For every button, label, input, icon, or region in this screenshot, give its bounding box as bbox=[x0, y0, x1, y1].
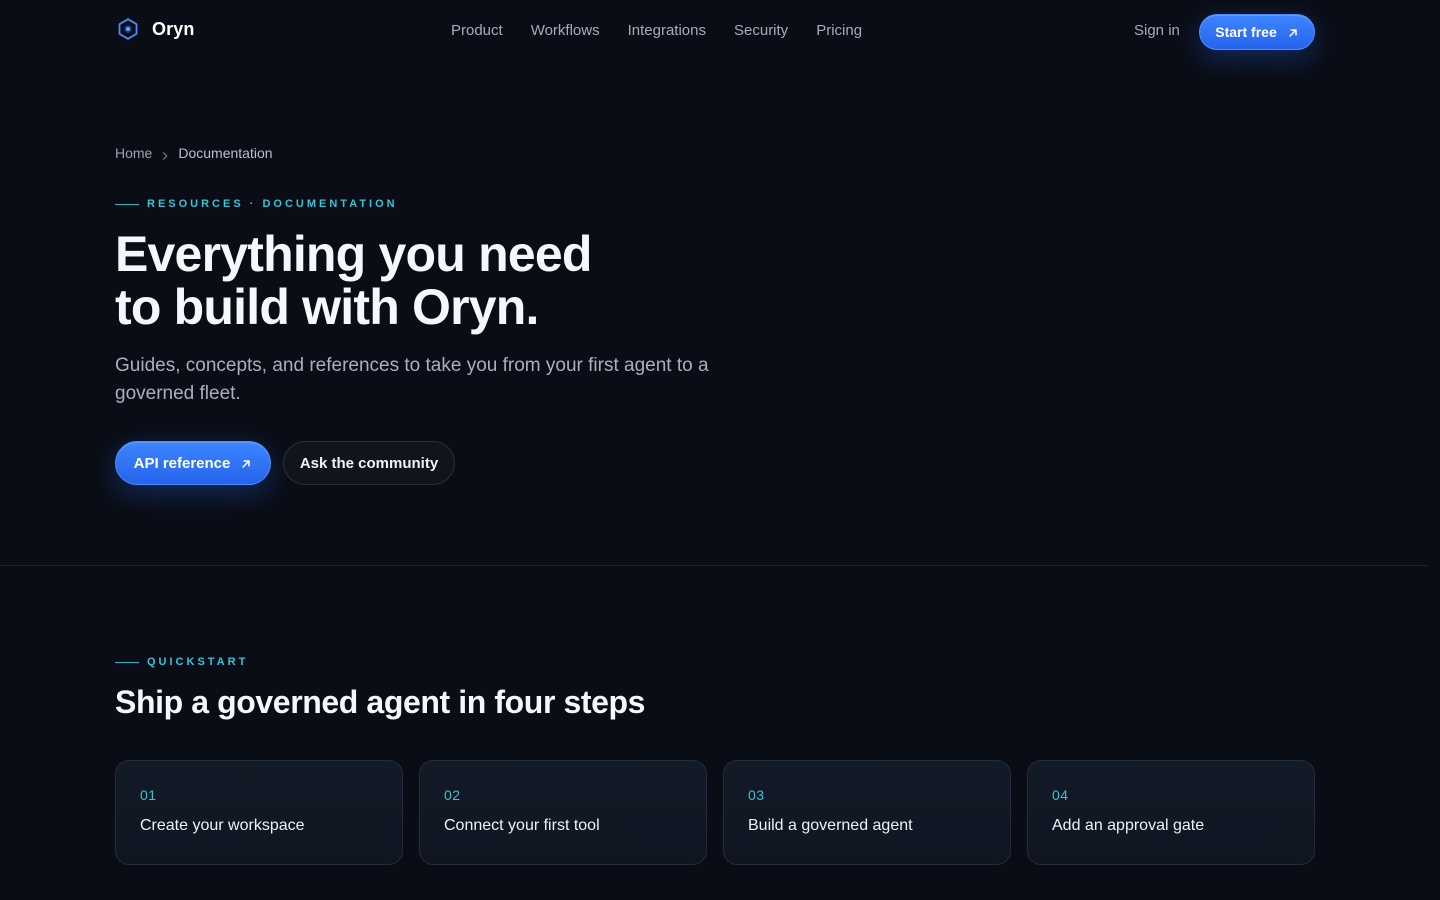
step-number: 03 bbox=[748, 787, 765, 803]
step-card[interactable]: 04 Add an approval gate bbox=[1027, 760, 1315, 865]
step-number: 01 bbox=[140, 787, 157, 803]
quickstart-eyebrow-text: QUICKSTART bbox=[147, 656, 249, 668]
breadcrumb-current: Documentation bbox=[178, 145, 273, 161]
step-number: 04 bbox=[1052, 787, 1069, 803]
eyebrow-line bbox=[115, 203, 139, 205]
quickstart-eyebrow: QUICKSTART bbox=[115, 656, 248, 668]
nav-link-workflows[interactable]: Workflows bbox=[531, 22, 600, 39]
breadcrumb: Home Documentation bbox=[115, 145, 273, 161]
step-title: Connect your first tool bbox=[444, 817, 600, 834]
step-title: Add an approval gate bbox=[1052, 817, 1205, 834]
step-title: Build a governed agent bbox=[748, 817, 913, 834]
arrow-up-right-icon bbox=[1287, 26, 1299, 38]
chevron-right-icon bbox=[160, 148, 170, 160]
nav-link-pricing[interactable]: Pricing bbox=[816, 22, 862, 39]
quickstart-steps: 01 Create your workspace 02 Connect your… bbox=[115, 760, 1315, 865]
step-title: Create your workspace bbox=[140, 817, 305, 834]
page-title-line-2: to build with Oryn. bbox=[115, 279, 539, 335]
docs-page: Oryn Product Workflows Integrations Secu… bbox=[0, 0, 1440, 900]
hero-eyebrow: RESOURCES · DOCUMENTATION bbox=[115, 198, 398, 210]
brand-name: Oryn bbox=[152, 18, 195, 39]
eyebrow-line bbox=[115, 661, 139, 663]
page-title-line-1: Everything you need bbox=[115, 226, 592, 282]
top-navigation: Oryn Product Workflows Integrations Secu… bbox=[0, 0, 1440, 64]
step-card[interactable]: 03 Build a governed agent bbox=[723, 760, 1011, 865]
ask-community-button[interactable]: Ask the community bbox=[283, 441, 455, 485]
brand[interactable]: Oryn bbox=[116, 16, 194, 42]
start-free-label: Start free bbox=[1215, 24, 1277, 40]
page-title: Everything you need to build with Oryn. bbox=[115, 228, 815, 334]
hexagon-logo-icon bbox=[116, 17, 140, 41]
step-card[interactable]: 01 Create your workspace bbox=[115, 760, 403, 865]
start-free-button[interactable]: Start free bbox=[1199, 14, 1315, 50]
api-reference-button[interactable]: API reference bbox=[115, 441, 271, 485]
nav-link-product[interactable]: Product bbox=[451, 22, 503, 39]
api-reference-label: API reference bbox=[133, 454, 231, 472]
sign-in-link[interactable]: Sign in bbox=[1134, 22, 1180, 39]
page-subtitle: Guides, concepts, and references to take… bbox=[115, 355, 709, 404]
hero-eyebrow-text: RESOURCES · DOCUMENTATION bbox=[147, 198, 398, 210]
nav-link-security[interactable]: Security bbox=[734, 22, 788, 39]
section-divider bbox=[0, 565, 1428, 566]
nav-link-integrations[interactable]: Integrations bbox=[628, 22, 706, 39]
primary-nav: Product Workflows Integrations Security … bbox=[451, 22, 862, 39]
breadcrumb-home[interactable]: Home bbox=[115, 145, 152, 161]
arrow-up-right-icon bbox=[240, 457, 252, 469]
quickstart-title: Ship a governed agent in four steps bbox=[115, 684, 646, 720]
step-card[interactable]: 02 Connect your first tool bbox=[419, 760, 707, 865]
ask-community-label: Ask the community bbox=[299, 454, 439, 472]
step-number: 02 bbox=[444, 787, 461, 803]
